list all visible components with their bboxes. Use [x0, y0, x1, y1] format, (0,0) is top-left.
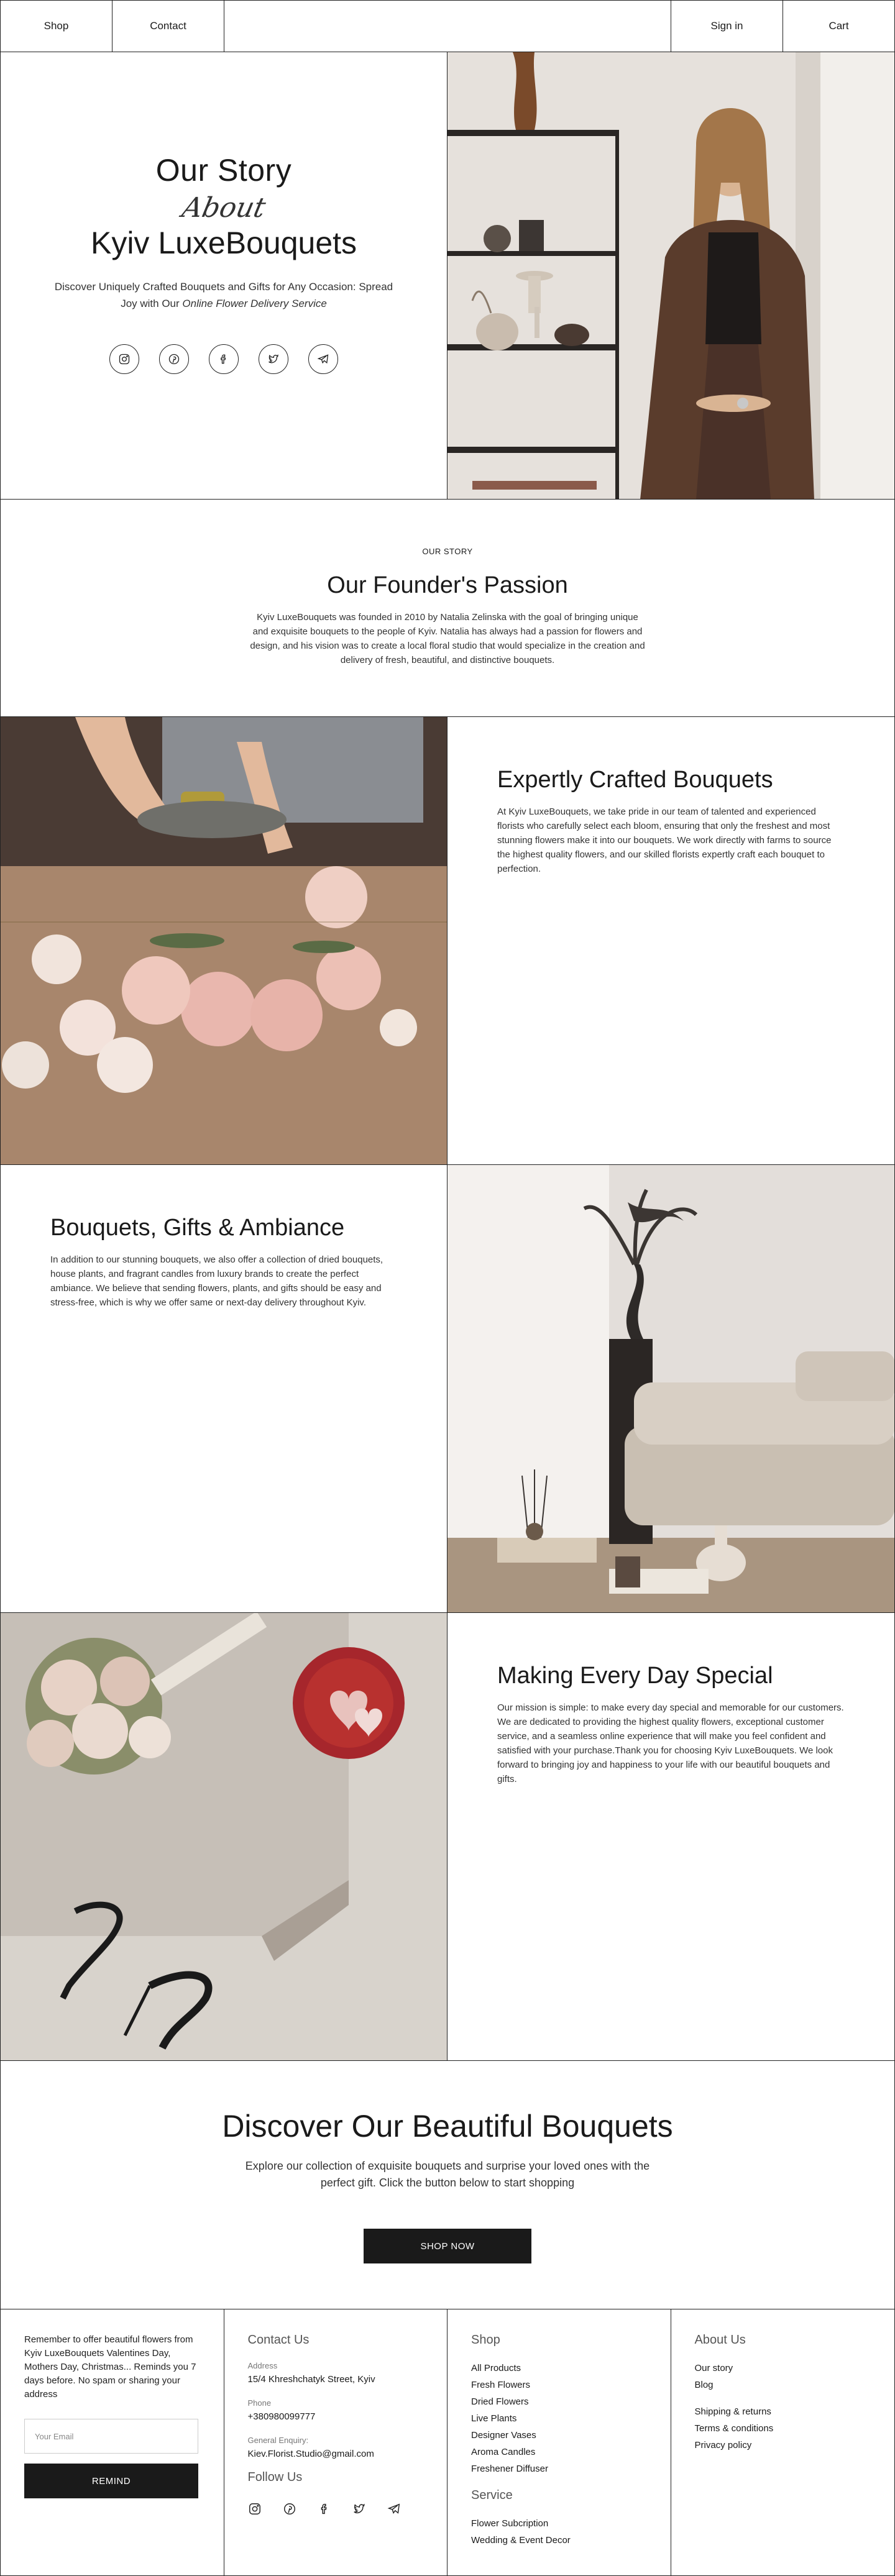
- interior-photo: [448, 1165, 894, 1612]
- founder-photo-illustration: [448, 52, 894, 499]
- contact-heading: Contact Us: [247, 2333, 310, 2347]
- cta-text: Explore our collection of exquisite bouq…: [245, 2160, 650, 2189]
- twitter-icon[interactable]: [352, 2502, 366, 2519]
- footer-about: About Us Our story Blog Shipping & retur…: [671, 2309, 895, 2575]
- email-field[interactable]: Your Email: [24, 2419, 198, 2454]
- about-links: Our story Blog Shipping & returns Terms …: [695, 2360, 871, 2454]
- remind-text: Remember to offer beautiful flowers from…: [24, 2334, 196, 2400]
- hero-social-links: [109, 344, 338, 374]
- special-text: Making Every Day Special Our mission is …: [448, 1613, 894, 2060]
- florist-photo: [1, 717, 448, 1164]
- shop-links: All Products Fresh Flowers Dried Flowers…: [471, 2360, 647, 2477]
- bouquet-photo-illustration: [1, 1613, 447, 2060]
- footer-link-wedding-event-decor[interactable]: Wedding & Event Decor: [471, 2532, 647, 2549]
- footer: Remember to offer beautiful flowers from…: [1, 2309, 894, 2575]
- telegram-icon[interactable]: [387, 2502, 401, 2519]
- founder-photo: [448, 52, 894, 499]
- cta-section: Discover Our Beautiful Bouquets Explore …: [1, 2061, 894, 2309]
- service-heading: Service: [471, 2488, 513, 2502]
- nav-sign-in[interactable]: Sign in: [671, 1, 783, 52]
- footer-link-fresh-flowers[interactable]: Fresh Flowers: [471, 2377, 647, 2393]
- follow-heading: Follow Us: [247, 2470, 303, 2484]
- nav-shop[interactable]: Shop: [1, 1, 112, 52]
- page: Shop Contact Sign in Cart Our Story Abou…: [0, 0, 895, 2576]
- interior-photo-illustration: [448, 1165, 894, 1612]
- brand-name: Kyiv LuxeBouquets: [90, 226, 357, 260]
- founder-section: OUR STORY Our Founder's Passion Kyiv Lux…: [1, 500, 894, 717]
- crafted-body: At Kyiv LuxeBouquets, we take pride in o…: [497, 806, 832, 874]
- special-section: Making Every Day Special Our mission is …: [1, 1613, 894, 2061]
- section-eyebrow: OUR STORY: [422, 547, 473, 556]
- phone-link[interactable]: +380980099777: [248, 2411, 424, 2422]
- footer-link-blog[interactable]: Blog: [695, 2377, 871, 2393]
- special-body: Our mission is simple: to make every day…: [497, 1702, 844, 1784]
- crafted-section: Expertly Crafted Bouquets At Kyiv LuxeBo…: [1, 717, 894, 1165]
- address-label: Address: [247, 2361, 278, 2370]
- footer-link-terms[interactable]: Terms & conditions: [695, 2420, 871, 2437]
- footer-link-all-products[interactable]: All Products: [471, 2360, 647, 2377]
- email-label: General Enquiry:: [247, 2436, 309, 2445]
- nav-contact[interactable]: Contact: [112, 1, 224, 52]
- footer-link-dried-flowers[interactable]: Dried Flowers: [471, 2393, 647, 2410]
- hero-section: Our Story About Kyiv LuxeBouquets Discov…: [1, 52, 894, 500]
- top-nav: Shop Contact Sign in Cart: [1, 1, 894, 52]
- telegram-icon[interactable]: [308, 344, 338, 374]
- footer-link-privacy[interactable]: Privacy policy: [695, 2437, 871, 2454]
- twitter-icon[interactable]: [259, 344, 288, 374]
- email-link[interactable]: Kiev.Florist.Studio@gmail.com: [248, 2449, 424, 2459]
- hero-text: Our Story About Kyiv LuxeBouquets Discov…: [1, 52, 448, 499]
- pinterest-icon[interactable]: [159, 344, 189, 374]
- facebook-icon[interactable]: [209, 344, 239, 374]
- footer-link-flower-subscription[interactable]: Flower Subcription: [471, 2515, 647, 2532]
- gifts-section: Bouquets, Gifts & Ambiance In addition t…: [1, 1165, 894, 1613]
- footer-social-links: [248, 2502, 424, 2519]
- crafted-heading: Expertly Crafted Bouquets: [497, 767, 773, 793]
- footer-shop: Shop All Products Fresh Flowers Dried Fl…: [448, 2309, 671, 2575]
- gifts-heading: Bouquets, Gifts & Ambiance: [50, 1215, 345, 1241]
- service-links: Flower Subcription Wedding & Event Decor: [471, 2515, 647, 2549]
- gifts-text: Bouquets, Gifts & Ambiance In addition t…: [1, 1165, 448, 1612]
- nav-cart[interactable]: Cart: [783, 1, 894, 52]
- phone-label: Phone: [247, 2398, 272, 2408]
- special-heading: Making Every Day Special: [497, 1663, 773, 1689]
- founder-text: Kyiv LuxeBouquets was founded in 2010 by…: [250, 612, 645, 665]
- pinterest-icon[interactable]: [283, 2502, 296, 2519]
- shop-now-button[interactable]: SHOP NOW: [364, 2229, 531, 2263]
- page-title: Our Story: [155, 153, 292, 188]
- instagram-icon[interactable]: [248, 2502, 262, 2519]
- gifts-body: In addition to our stunning bouquets, we…: [50, 1254, 383, 1308]
- shop-heading: Shop: [471, 2333, 500, 2347]
- footer-link-aroma-candles[interactable]: Aroma Candles: [471, 2444, 647, 2460]
- footer-link-freshener-diffuser[interactable]: Freshener Diffuser: [471, 2460, 647, 2477]
- footer-link-our-story[interactable]: Our story: [695, 2360, 871, 2377]
- bouquet-photo: [1, 1613, 448, 2060]
- address-value: 15/4 Khreshchatyk Street, Kyiv: [247, 2374, 375, 2385]
- footer-link-shipping-returns[interactable]: Shipping & returns: [695, 2403, 871, 2420]
- footer-contact: Contact Us Address 15/4 Khreshchatyk Str…: [224, 2309, 448, 2575]
- about-heading: About Us: [694, 2333, 746, 2347]
- hero-script-word: About: [179, 192, 268, 224]
- remind-button[interactable]: REMIND: [24, 2464, 198, 2498]
- instagram-icon[interactable]: [109, 344, 139, 374]
- facebook-icon[interactable]: [318, 2502, 331, 2519]
- link-gap: [695, 2393, 871, 2403]
- crafted-text: Expertly Crafted Bouquets At Kyiv LuxeBo…: [448, 717, 894, 1164]
- founder-heading: Our Founder's Passion: [327, 572, 568, 598]
- footer-link-designer-vases[interactable]: Designer Vases: [471, 2427, 647, 2444]
- footer-link-live-plants[interactable]: Live Plants: [471, 2410, 647, 2427]
- florist-photo-illustration: [1, 717, 447, 1164]
- hero-description: Discover Uniquely Crafted Bouquets and G…: [54, 281, 393, 309]
- cta-heading: Discover Our Beautiful Bouquets: [222, 2109, 673, 2144]
- footer-remind: Remember to offer beautiful flowers from…: [1, 2309, 224, 2575]
